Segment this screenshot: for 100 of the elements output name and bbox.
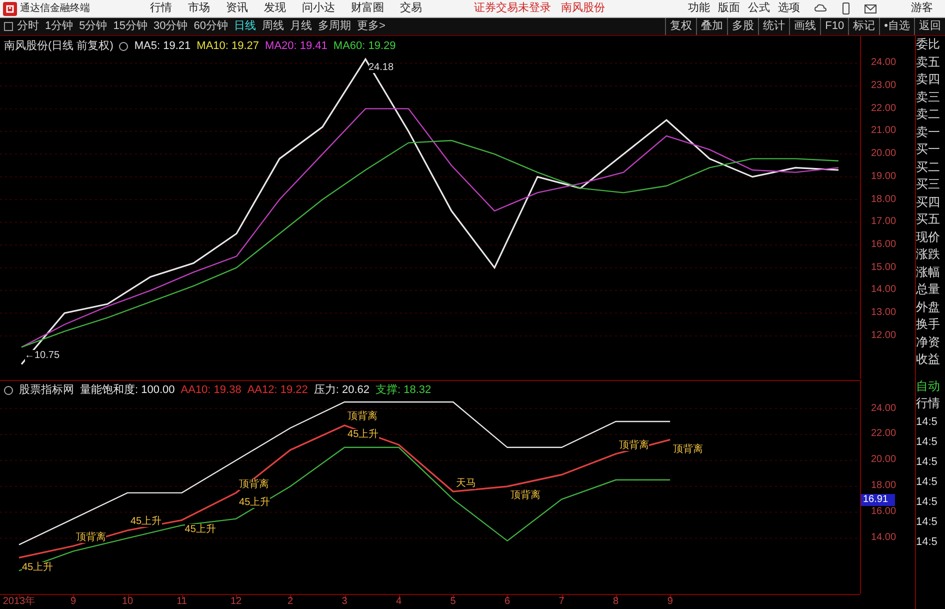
chart-annotation: 顶背离 bbox=[76, 532, 106, 543]
indicator-value: 量能饱和度: 100.00 bbox=[80, 382, 175, 398]
period-tab[interactable]: 1分钟 bbox=[45, 18, 74, 35]
quote-label: 涨幅 bbox=[916, 264, 941, 280]
toolbar-button[interactable]: 多股 bbox=[727, 18, 758, 35]
menu-item[interactable]: 行情 bbox=[150, 0, 172, 17]
toolbar-button[interactable]: 返回 bbox=[914, 18, 945, 35]
toolbar-button[interactable]: 统计 bbox=[758, 18, 790, 35]
quote-label: 卖三 bbox=[916, 88, 941, 106]
axis-label: 14.00 bbox=[871, 284, 896, 296]
axis-label: 22.00 bbox=[871, 102, 896, 115]
settings-icon[interactable] bbox=[4, 386, 13, 395]
toolbar-button[interactable]: 叠加 bbox=[696, 18, 728, 35]
menu-item[interactable]: 问小达 bbox=[302, 0, 335, 17]
panel-title[interactable]: 自动 bbox=[916, 378, 945, 394]
panel-subtitle[interactable]: 行情 bbox=[916, 394, 945, 412]
period-tab[interactable]: 日线 bbox=[234, 18, 256, 35]
chart-annotation: 顶背离 bbox=[673, 444, 704, 455]
axis-label: 9 bbox=[70, 596, 76, 608]
quote-label: 现价 bbox=[916, 228, 941, 246]
period-tab[interactable]: 周线 bbox=[262, 18, 284, 35]
axis-label: 12.00 bbox=[871, 330, 896, 342]
chart-annotation: ←10.75 bbox=[24, 350, 60, 362]
menu-item[interactable]: 财富圈 bbox=[351, 0, 384, 17]
axis-label: 2013年 bbox=[2, 596, 36, 608]
period-tab[interactable]: 月线 bbox=[290, 18, 312, 35]
quote-label: 外盘 bbox=[916, 298, 941, 316]
price-tag: 16.91 bbox=[861, 494, 895, 506]
axis-label: 16.00 bbox=[871, 238, 896, 251]
period-tab[interactable]: 30分钟 bbox=[154, 18, 188, 35]
axis-label: 21.00 bbox=[871, 125, 896, 138]
quote-label: 买三 bbox=[916, 176, 941, 193]
period-tab[interactable]: 5分钟 bbox=[79, 18, 108, 35]
period-tab[interactable]: 60分钟 bbox=[194, 18, 228, 35]
toolbar-button[interactable]: F10 bbox=[820, 18, 848, 35]
app-title: 通达信金融终端 bbox=[20, 2, 90, 16]
axis-label: 15.00 bbox=[871, 262, 896, 274]
toolbar-button[interactable]: •自选 bbox=[879, 18, 914, 35]
toolbar-button[interactable]: 复权 bbox=[665, 18, 696, 35]
quote-label: 委比 bbox=[916, 36, 941, 53]
quote-label: 涨跌 bbox=[916, 246, 941, 263]
quote-label: 买四 bbox=[916, 194, 941, 210]
toolbar-button[interactable]: 标记 bbox=[848, 18, 880, 35]
period-tab[interactable]: 15分钟 bbox=[113, 18, 148, 35]
quote-label: 卖二 bbox=[916, 106, 941, 123]
login-status: 证券交易未登录 bbox=[474, 0, 551, 16]
panel-toggle-icon[interactable] bbox=[4, 22, 13, 31]
axis-label: 4 bbox=[396, 596, 402, 608]
indicator-value: 压力: 20.62 bbox=[314, 383, 370, 398]
quote-label: 换手 bbox=[916, 316, 941, 333]
chart-annotation: 天马 bbox=[456, 478, 476, 489]
chart-annotation: 45上升 bbox=[184, 524, 216, 536]
trade-time: 14:5 bbox=[916, 494, 938, 510]
stock-name[interactable]: 南风股份 bbox=[561, 0, 605, 17]
period-tab[interactable]: 分时 bbox=[17, 18, 39, 35]
quote-label: 卖一 bbox=[916, 124, 941, 140]
chart-annotation: 45上升 bbox=[130, 516, 162, 528]
axis-label: 20.00 bbox=[871, 454, 896, 466]
axis-label: 18.00 bbox=[871, 194, 896, 206]
menu-item[interactable]: 资讯 bbox=[226, 0, 248, 17]
axis-label: 12 bbox=[230, 596, 242, 608]
menu-item[interactable]: 版面 bbox=[718, 0, 740, 17]
menu-item[interactable]: 公式 bbox=[748, 0, 770, 17]
axis-label: 7 bbox=[558, 596, 564, 608]
menu-item[interactable]: 选项 bbox=[778, 0, 800, 17]
period-tab[interactable]: 更多> bbox=[357, 18, 386, 35]
indicator-value: MA5: 19.21 bbox=[134, 39, 191, 54]
trade-time: 14:5 bbox=[916, 474, 938, 490]
trade-time: 14:5 bbox=[916, 434, 938, 450]
mail-icon[interactable] bbox=[864, 2, 877, 15]
axis-label: 22.00 bbox=[871, 428, 896, 440]
quote-label: 卖五 bbox=[916, 54, 941, 70]
chart-annotation: 45上升 bbox=[239, 496, 270, 508]
axis-label: 24.00 bbox=[871, 402, 896, 415]
indicator-value: AA10: 19.38 bbox=[180, 383, 242, 398]
chart-annotation: 顶背离 bbox=[510, 490, 540, 502]
chart-annotation: 45上升 bbox=[348, 429, 379, 440]
menu-item[interactable]: 市场 bbox=[188, 0, 210, 17]
menu-item[interactable]: 功能 bbox=[688, 0, 710, 17]
axis-label: 8 bbox=[613, 596, 619, 608]
axis-label: 10 bbox=[122, 596, 134, 608]
quote-label: 卖四 bbox=[916, 71, 941, 88]
axis-label: 24.00 bbox=[871, 57, 896, 70]
axis-label: 19.00 bbox=[871, 170, 896, 183]
quote-label: 总量 bbox=[916, 281, 941, 298]
menu-item[interactable]: 交易 bbox=[400, 0, 422, 17]
user-label[interactable]: 游客 bbox=[911, 0, 933, 17]
axis-label: 18.00 bbox=[871, 480, 896, 492]
trade-time: 14:5 bbox=[916, 514, 938, 530]
chart-title: 南风股份(日线 前复权) bbox=[4, 39, 114, 54]
menu-item[interactable]: 发现 bbox=[264, 0, 286, 17]
settings-icon[interactable] bbox=[119, 42, 128, 51]
axis-label: 6 bbox=[504, 596, 510, 608]
period-tab[interactable]: 多周期 bbox=[318, 18, 351, 35]
indicator-value: MA10: 19.27 bbox=[196, 39, 260, 54]
indicator-value: MA60: 19.29 bbox=[333, 39, 396, 54]
chart-title: 股票指标网 bbox=[19, 383, 74, 398]
toolbar-button[interactable]: 画线 bbox=[789, 18, 820, 35]
axis-label: 17.00 bbox=[871, 216, 896, 228]
quote-label: 买二 bbox=[916, 158, 941, 176]
